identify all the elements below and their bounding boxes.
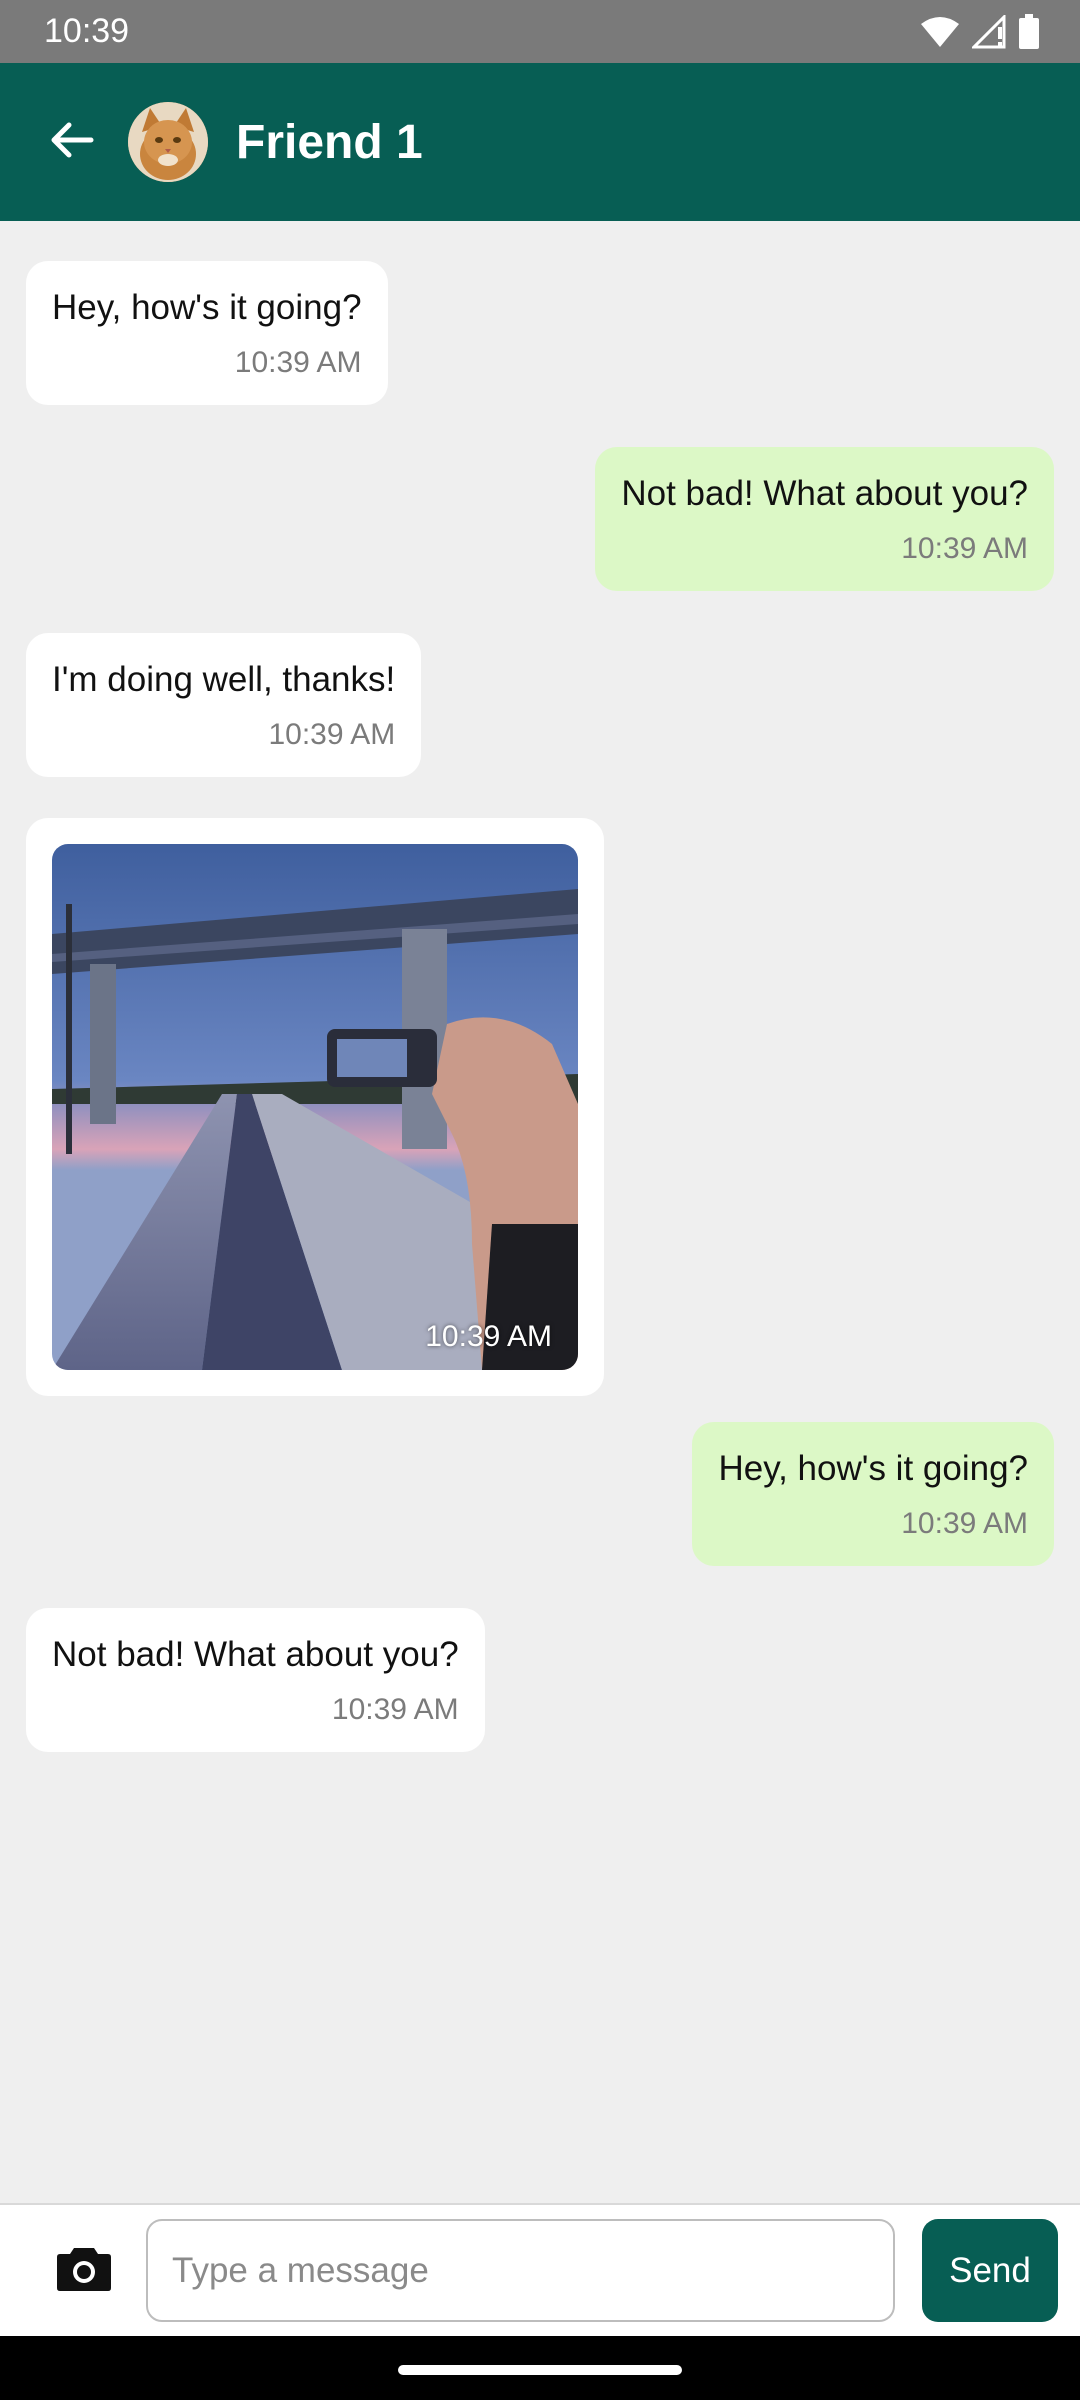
chat-header: Friend 1 [0,63,1080,221]
avatar[interactable] [128,102,208,182]
message-text: Hey, how's it going? [718,1449,1028,1488]
message-bubble-incoming[interactable]: I'm doing well, thanks! 10:39 AM [26,633,422,777]
message-bubble-outgoing[interactable]: Not bad! What about you? 10:39 AM [595,447,1054,591]
status-icons [920,13,1040,50]
camera-button[interactable] [44,2231,124,2311]
message-text: Not bad! What about you? [52,1635,459,1674]
wifi-icon [920,16,960,48]
message-composer: Send [0,2203,1080,2336]
message-time: 10:39 AM [901,532,1028,565]
send-button[interactable]: Send [922,2219,1058,2322]
contact-name: Friend 1 [236,115,423,169]
status-time: 10:39 [44,12,130,50]
message-photo[interactable]: 10:39 AM [52,844,578,1370]
chat-messages[interactable]: Hey, how's it going? 10:39 AM Not bad! W… [0,221,1080,2203]
message-bubble-image[interactable]: 10:39 AM [26,818,604,1396]
message-time: 10:39 AM [425,1320,552,1353]
message-bubble-incoming[interactable]: Hey, how's it going? 10:39 AM [26,261,388,405]
message-bubble-incoming[interactable]: Not bad! What about you? 10:39 AM [26,1608,485,1752]
message-time: 10:39 AM [901,1507,1028,1540]
system-nav-bar [0,2336,1080,2400]
message-time: 10:39 AM [331,1693,459,1726]
camera-icon [56,2244,112,2297]
arrow-left-icon [47,116,95,169]
message-text: Not bad! What about you? [621,474,1028,513]
home-gesture-handle[interactable] [398,2365,682,2375]
status-bar: 10:39 [0,0,1080,63]
message-bubble-outgoing[interactable]: Hey, how's it going? 10:39 AM [692,1422,1054,1566]
message-input[interactable] [146,2219,895,2322]
battery-icon [1018,13,1040,50]
cell-signal-icon [972,14,1006,49]
message-time: 10:39 AM [268,718,396,751]
message-text: Hey, how's it going? [52,288,362,327]
message-time: 10:39 AM [234,346,362,379]
message-text: I'm doing well, thanks! [52,660,396,699]
back-button[interactable] [26,97,116,187]
